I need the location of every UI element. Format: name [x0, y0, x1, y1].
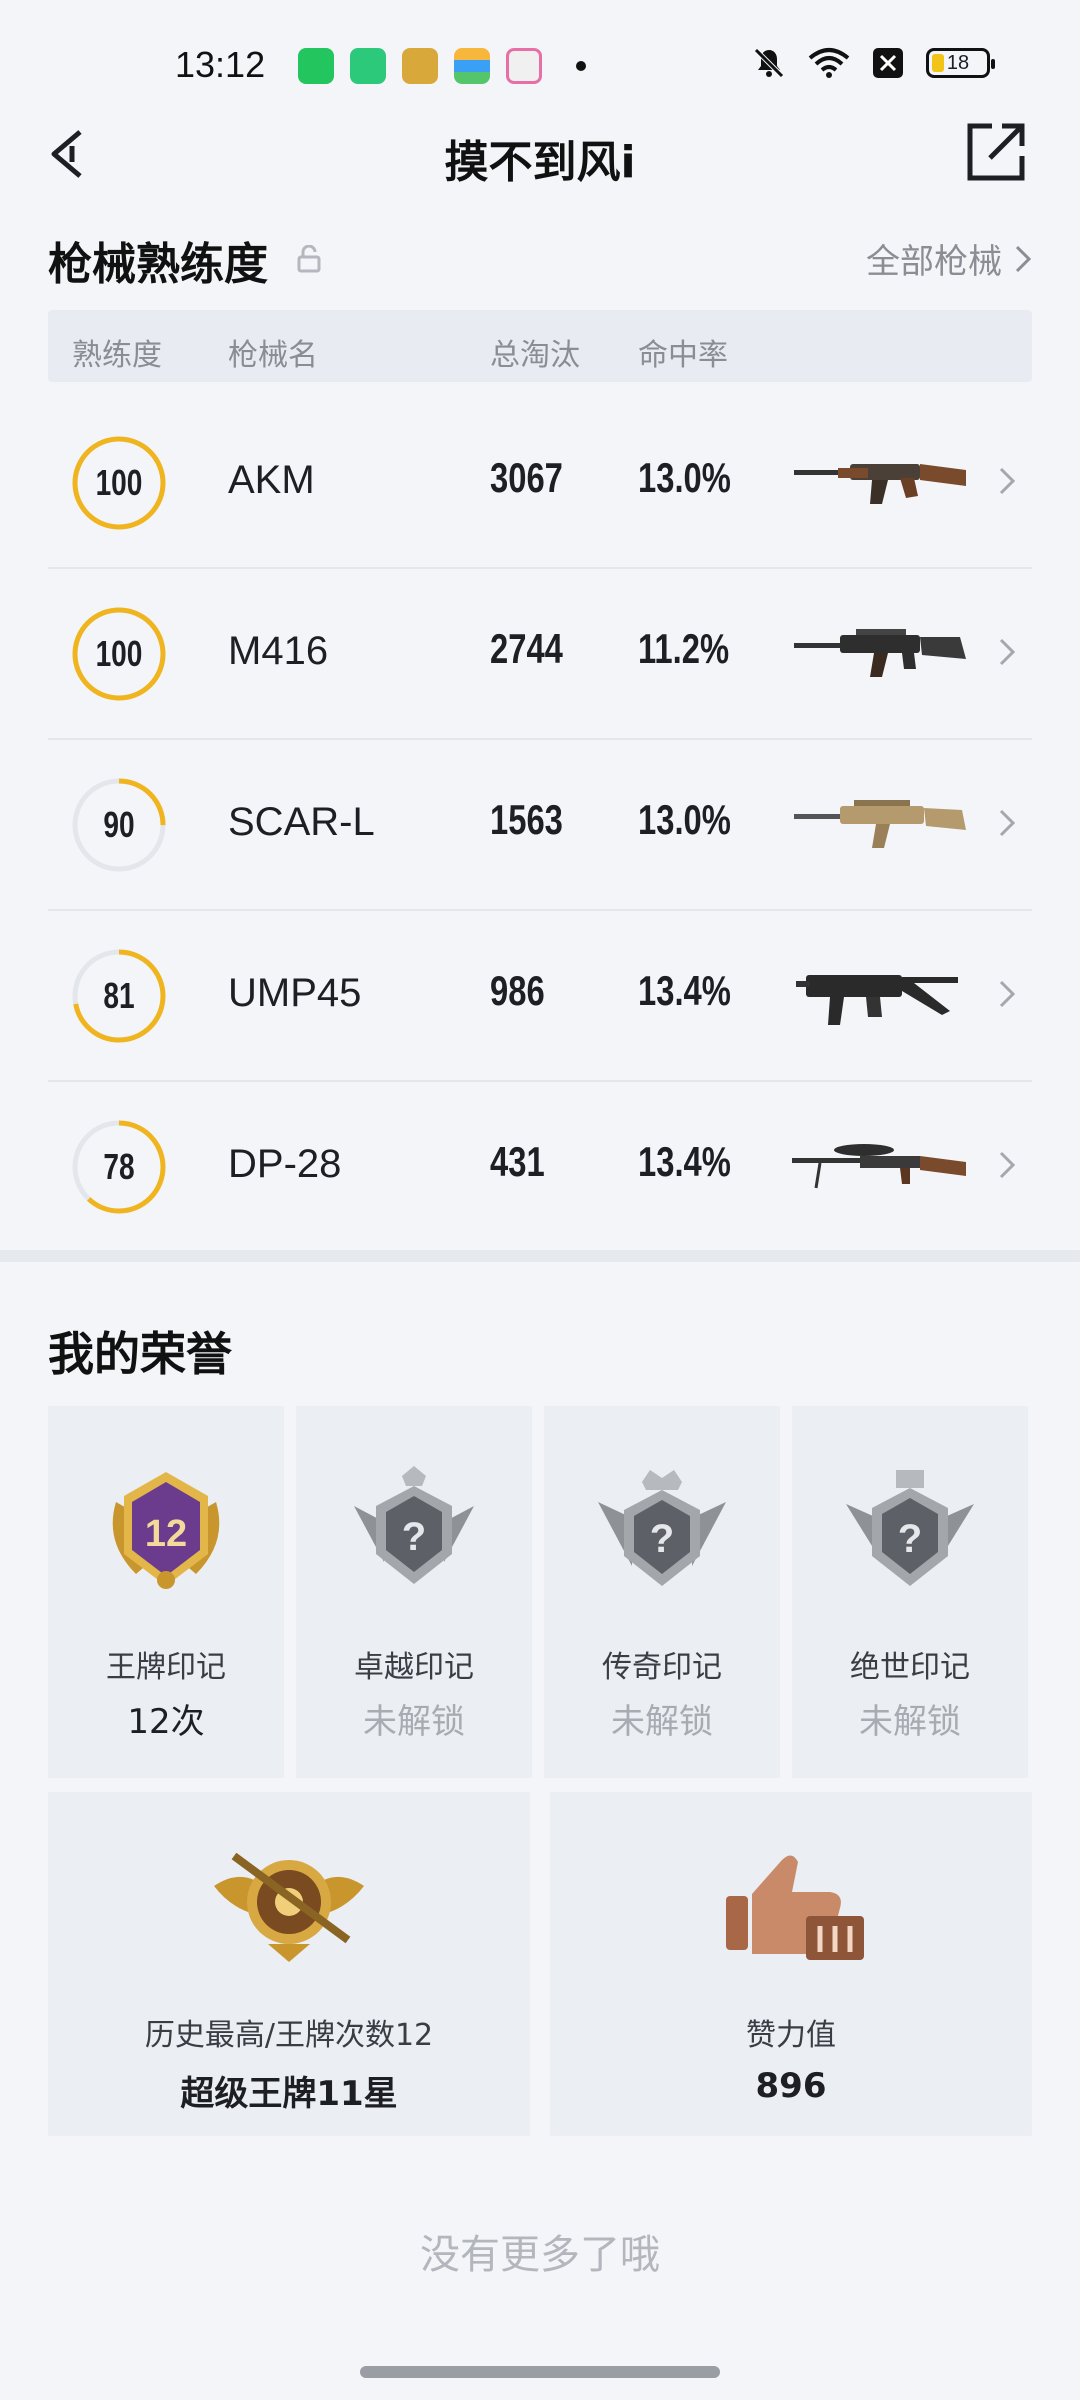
stat-value: 896 [755, 2066, 827, 2106]
svg-text:?: ? [402, 1515, 426, 1559]
mastery-level: 90 [103, 804, 135, 845]
wifi-icon [808, 48, 850, 78]
ump45-smg-icon [796, 975, 958, 1025]
hit-rate: 13.4% [638, 1138, 731, 1185]
total-kills: 3067 [490, 454, 563, 501]
stat-card-highest-rank[interactable]: 历史最高/王牌次数12 超级王牌11星 [48, 1792, 530, 2136]
locked-excellence-badge-icon: ? [354, 1466, 474, 1584]
weapons-section-title: 枪械熟练度 [48, 239, 268, 290]
status-app-icons [298, 48, 586, 84]
hit-rate: 13.0% [638, 796, 731, 843]
all-weapons-label: 全部枪械 [866, 242, 1002, 282]
weapons-table: 100 AKM 3067 13.0% 100 M416 2744 11.2% 9… [48, 398, 1032, 1253]
honor-stats: 历史最高/王牌次数12 超级王牌11星 赞力值 896 [48, 1792, 1032, 2136]
table-row[interactable]: 90 SCAR-L 1563 13.0% [48, 740, 1032, 911]
honors-title: 我的荣誉 [48, 1327, 232, 1381]
col-total-kills: 总淘汰 [490, 338, 580, 373]
chevron-right-icon [999, 467, 1016, 495]
table-row[interactable]: 78 DP-28 431 13.4% [48, 1082, 1032, 1253]
mute-icon [754, 48, 784, 78]
table-row[interactable]: 81 UMP45 986 13.4% [48, 911, 1032, 1082]
col-mastery: 熟练度 [72, 338, 162, 373]
scar-l-rifle-icon [794, 800, 966, 848]
weapon-name: DP-28 [228, 1142, 342, 1186]
status-time: 13:12 [175, 44, 266, 85]
game-app-icon [402, 48, 438, 84]
chevron-right-icon [999, 1151, 1016, 1179]
hit-rate: 13.0% [638, 454, 731, 501]
weapon-name: SCAR-L [228, 800, 375, 844]
table-row[interactable]: 100 AKM 3067 13.0% [48, 398, 1032, 569]
end-of-list-text: 没有更多了哦 [420, 2232, 660, 2278]
col-hit-rate: 命中率 [638, 338, 728, 373]
dp28-lmg-icon [792, 1144, 966, 1189]
mastery-level: 81 [103, 975, 135, 1016]
wallet-app-icon [454, 48, 490, 84]
svg-text:?: ? [650, 1517, 674, 1561]
svg-text:?: ? [898, 1517, 922, 1561]
col-weapon-name: 枪械名 [228, 338, 318, 373]
stat-label: 赞力值 [746, 2018, 836, 2053]
badge-value: 12次 [127, 1702, 205, 1742]
total-kills: 986 [490, 967, 545, 1014]
badge-name: 卓越印记 [354, 1650, 474, 1685]
hit-rate: 13.4% [638, 967, 731, 1014]
badge-name: 传奇印记 [602, 1650, 722, 1685]
mastery-level: 78 [103, 1146, 135, 1187]
notification-dot [576, 61, 586, 71]
table-row[interactable]: 100 M416 2744 11.2% [48, 569, 1032, 740]
badge-name: 绝世印记 [850, 1650, 970, 1685]
section-divider [0, 1250, 1080, 1262]
locked-legend-badge-icon: ? [598, 1470, 726, 1586]
all-weapons-link[interactable]: 全部枪械 [866, 234, 1032, 283]
badge-value: 未解锁 [363, 1702, 465, 1742]
battery-level: 18 [946, 51, 970, 74]
stat-label: 历史最高/王牌次数12 [144, 2018, 434, 2053]
badge-card-ace[interactable]: 12 王牌印记 12次 [48, 1406, 284, 1778]
ace-rank-emblem-icon [214, 1852, 364, 1962]
badge-card-excellence[interactable]: ? 卓越印记 未解锁 [296, 1406, 532, 1778]
chevron-right-icon [999, 980, 1016, 1008]
wechat-icon [298, 48, 334, 84]
badge-name: 王牌印记 [106, 1650, 226, 1685]
lock-icon[interactable] [297, 245, 321, 273]
weapon-name: M416 [228, 629, 329, 673]
stat-card-likes[interactable]: 赞力值 896 [550, 1792, 1032, 2136]
locked-peerless-badge-icon: ? [846, 1470, 974, 1586]
mastery-level: 100 [95, 462, 143, 503]
total-kills: 431 [490, 1138, 545, 1185]
hit-rate: 11.2% [638, 625, 730, 672]
badge-value: 未解锁 [859, 1702, 961, 1742]
battery-indicator: 18 [926, 48, 995, 78]
home-indicator[interactable] [360, 2366, 720, 2378]
share-button[interactable] [964, 120, 1028, 184]
badge-card-peerless[interactable]: ? 绝世印记 未解锁 [792, 1406, 1028, 1778]
ace-badge-number: 12 [145, 1513, 187, 1555]
weapon-name: UMP45 [228, 971, 362, 1015]
total-kills: 2744 [490, 625, 563, 672]
total-kills: 1563 [490, 796, 563, 843]
header: 摸不到风i [0, 110, 1080, 200]
badge-card-legend[interactable]: ? 传奇印记 未解锁 [544, 1406, 780, 1778]
weapon-name: AKM [228, 458, 315, 502]
ace-badge-icon: 12 [112, 1472, 220, 1589]
status-indicators: 18 [752, 46, 995, 80]
weapons-section-header: 枪械熟练度 全部枪械 [48, 228, 1032, 290]
badge-value: 未解锁 [611, 1702, 713, 1742]
chevron-right-icon [999, 638, 1016, 666]
honor-badges: 12 王牌印记 12次 ? 卓越印记 未解锁 ? 传奇印记 未解锁 ? 绝世印记… [48, 1406, 1032, 1778]
weapons-table-header: 熟练度 枪械名 总淘汰 命中率 [48, 310, 1032, 382]
page-title: 摸不到风i [444, 137, 636, 188]
stat-value: 超级王牌11星 [180, 2074, 398, 2114]
chevron-right-icon [1015, 245, 1032, 272]
chevron-right-icon [999, 809, 1016, 837]
m416-rifle-icon [794, 629, 966, 677]
battery-app-icon [350, 48, 386, 84]
mastery-level: 100 [95, 633, 143, 674]
thumbs-up-icon [726, 1855, 864, 1960]
akm-rifle-icon [794, 464, 966, 504]
no-sim-icon [873, 48, 903, 78]
gallery-app-icon [506, 48, 542, 84]
